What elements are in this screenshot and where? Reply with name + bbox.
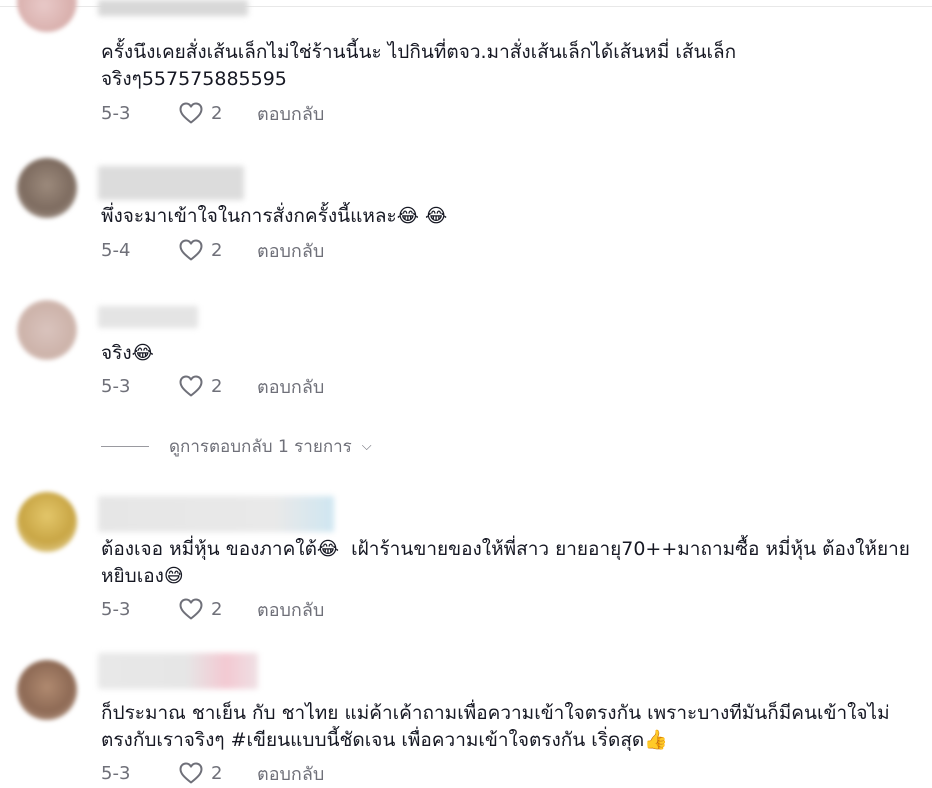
- heart-icon: [179, 598, 203, 620]
- like-button[interactable]: 2: [179, 598, 251, 620]
- like-count: 2: [211, 102, 223, 124]
- username-redacted[interactable]: [98, 653, 258, 689]
- avatar[interactable]: [17, 660, 77, 720]
- avatar[interactable]: [17, 300, 77, 360]
- avatar[interactable]: [17, 492, 77, 552]
- like-button[interactable]: 2: [179, 762, 251, 784]
- comment-date: 5-3: [101, 375, 131, 397]
- like-count: 2: [211, 375, 223, 397]
- like-count: 2: [211, 762, 223, 784]
- username-redacted[interactable]: [98, 0, 248, 16]
- comment-date: 5-3: [101, 598, 131, 620]
- comment-meta: 5-3 2 ตอบกลับ: [101, 759, 324, 787]
- like-button[interactable]: 2: [179, 375, 251, 397]
- divider-line: [101, 445, 149, 447]
- comment-meta: 5-3 2 ตอบกลับ: [101, 595, 324, 623]
- comment-date: 5-4: [101, 239, 131, 261]
- heart-icon: [179, 375, 203, 397]
- username-redacted[interactable]: [98, 306, 198, 328]
- reply-button[interactable]: ตอบกลับ: [257, 595, 324, 624]
- like-button[interactable]: 2: [179, 239, 251, 261]
- comment-date: 5-3: [101, 762, 131, 784]
- chevron-down-icon: ⌵: [361, 438, 372, 454]
- avatar[interactable]: [17, 0, 77, 32]
- reply-button[interactable]: ตอบกลับ: [257, 759, 324, 788]
- comment-text: จริง😂: [101, 342, 154, 364]
- comment-text: ต้องเจอ หมี่หุ้น ของภาคใต้😂 เฝ้าร้านขายข…: [101, 538, 910, 587]
- comment-meta: 5-3 2 ตอบกลับ: [101, 372, 324, 400]
- comment-text: ครั้งนึงเคยสั่งเส้นเล็กไม่ใช่ร้านนี้นะ ไ…: [101, 41, 737, 90]
- view-replies-label: ดูการตอบกลับ 1 รายการ: [169, 436, 352, 457]
- heart-icon: [179, 762, 203, 784]
- heart-icon: [179, 239, 203, 261]
- like-count: 2: [211, 598, 223, 620]
- avatar[interactable]: [17, 158, 77, 218]
- comment-meta: 5-4 2 ตอบกลับ: [101, 236, 324, 264]
- like-count: 2: [211, 239, 223, 261]
- comment-meta: 5-3 2 ตอบกลับ: [101, 99, 324, 127]
- heart-icon: [179, 102, 203, 124]
- username-redacted[interactable]: [98, 166, 244, 200]
- view-replies-button[interactable]: ดูการตอบกลับ 1 รายการ ⌵: [101, 432, 372, 460]
- reply-button[interactable]: ตอบกลับ: [257, 236, 324, 265]
- reply-button[interactable]: ตอบกลับ: [257, 372, 324, 401]
- username-redacted[interactable]: [98, 496, 334, 532]
- comment-date: 5-3: [101, 102, 131, 124]
- reply-button[interactable]: ตอบกลับ: [257, 99, 324, 128]
- like-button[interactable]: 2: [179, 102, 251, 124]
- comment-text: ก็ประมาณ ชาเย็น กับ ชาไทย แม่ค้าเค้าถามเ…: [101, 702, 890, 751]
- comment-text: พึ่งจะมาเข้าใจในการสั่งกครั้งนี้แหละ😂 😂: [101, 205, 448, 227]
